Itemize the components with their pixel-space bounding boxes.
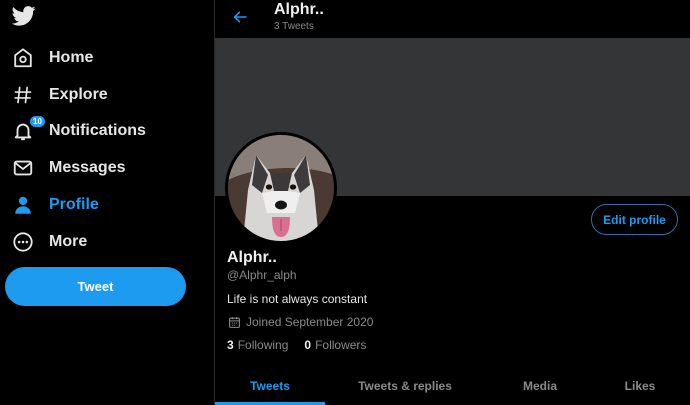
profile-tabs: Tweets Tweets & replies Media Likes: [215, 366, 690, 405]
sidebar-item-label: Profile: [49, 196, 99, 213]
tweet-button[interactable]: Tweet: [5, 267, 186, 306]
sidebar-item-messages[interactable]: Messages: [0, 152, 200, 184]
tab-media[interactable]: Media: [495, 366, 585, 405]
profile-handle: @Alphr_alph: [227, 268, 297, 282]
sidebar-item-more[interactable]: More: [0, 226, 200, 258]
profile-main: Alphr.. 3 Tweets Edit profile Alphr.. @A…: [215, 0, 690, 405]
sidebar-item-label: Home: [49, 49, 94, 66]
followers-link[interactable]: 0 Followers: [304, 338, 366, 352]
back-button[interactable]: [229, 6, 251, 28]
sidebar-item-home[interactable]: Home: [0, 42, 200, 74]
avatar[interactable]: [225, 132, 337, 244]
followers-label: Followers: [315, 338, 367, 352]
profile-header: Alphr.. 3 Tweets: [215, 0, 690, 38]
tweet-count: 3 Tweets: [274, 21, 314, 32]
twitter-bird-logo-icon[interactable]: [12, 6, 36, 26]
person-icon: [11, 193, 35, 217]
home-icon: [11, 46, 35, 70]
sidebar-item-label: Notifications: [49, 122, 146, 139]
tab-likes[interactable]: Likes: [600, 366, 680, 405]
tab-tweets[interactable]: Tweets: [215, 366, 325, 405]
notification-count-badge: 10: [29, 115, 46, 128]
bell-icon: 10: [11, 115, 46, 143]
following-link[interactable]: 3 Following: [227, 338, 288, 352]
page-title: Alphr..: [274, 1, 324, 18]
husky-avatar-image: [228, 135, 334, 241]
follow-stats: 3 Following 0 Followers: [227, 338, 382, 352]
calendar-icon: [229, 316, 240, 328]
more-circle-icon: [11, 230, 35, 254]
edit-profile-button[interactable]: Edit profile: [591, 204, 678, 235]
following-label: Following: [237, 338, 289, 352]
profile-joined-date: Joined September 2020: [228, 315, 373, 329]
joined-text: Joined September 2020: [246, 315, 374, 329]
sidebar-item-notifications[interactable]: 10 Notifications: [0, 115, 200, 147]
profile-display-name: Alphr..: [227, 249, 277, 266]
followers-count: 0: [304, 338, 312, 352]
sidebar-item-label: More: [49, 233, 88, 250]
envelope-icon: [11, 156, 35, 180]
sidebar: Home Explore 10 Notifications Messages P…: [0, 0, 214, 405]
sidebar-item-label: Messages: [49, 159, 126, 176]
hashtag-icon: [11, 83, 35, 107]
tab-tweets-replies[interactable]: Tweets & replies: [340, 366, 470, 405]
sidebar-item-explore[interactable]: Explore: [0, 79, 200, 111]
sidebar-item-profile[interactable]: Profile: [0, 189, 200, 221]
profile-bio: Life is not always constant: [227, 292, 368, 306]
arrow-left-icon: [233, 11, 247, 23]
sidebar-item-label: Explore: [49, 86, 108, 103]
following-count: 3: [227, 338, 234, 352]
